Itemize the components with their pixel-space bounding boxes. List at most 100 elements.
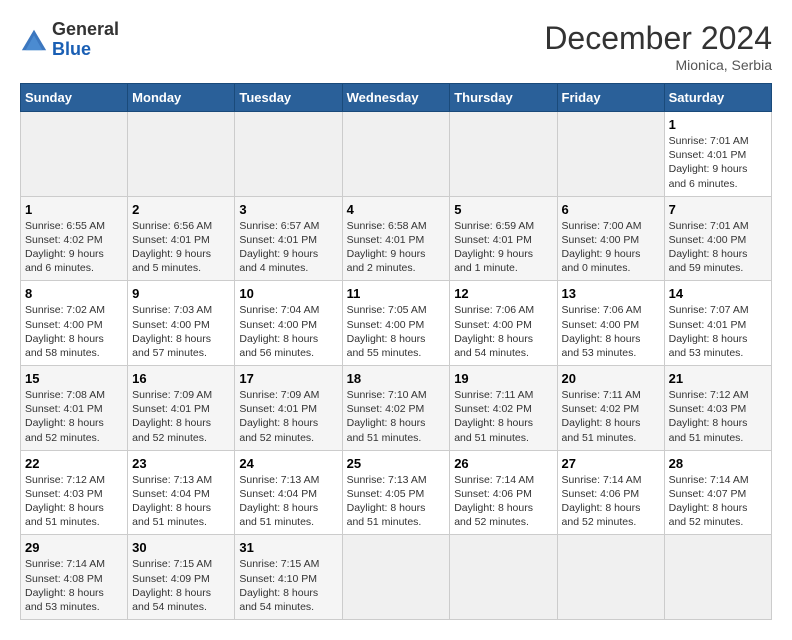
day-info: Sunrise: 7:08 AM Sunset: 4:01 PM Dayligh… (25, 388, 123, 445)
calendar-day-cell (342, 535, 450, 620)
calendar-day-cell: 27 Sunrise: 7:14 AM Sunset: 4:06 PM Dayli… (557, 450, 664, 535)
day-info: Sunrise: 7:04 AM Sunset: 4:00 PM Dayligh… (239, 303, 337, 360)
calendar-day-cell: 22Sunrise: 7:12 AM Sunset: 4:03 PM Dayli… (21, 450, 128, 535)
calendar-day-cell: 19Sunrise: 7:11 AM Sunset: 4:02 PM Dayli… (450, 366, 557, 451)
day-info: Sunrise: 6:56 AM Sunset: 4:01 PM Dayligh… (132, 219, 230, 276)
calendar-day-cell: 1Sunrise: 6:55 AM Sunset: 4:02 PM Daylig… (21, 196, 128, 281)
location-subtitle: Mionica, Serbia (544, 57, 772, 73)
calendar-day-cell (235, 112, 342, 197)
day-info: Sunrise: 7:14 AM Sunset: 4:06 PM Dayligh… (454, 473, 552, 530)
calendar-day-cell: 26Sunrise: 7:14 AM Sunset: 4:06 PM Dayli… (450, 450, 557, 535)
day-number: 1 (669, 117, 767, 132)
day-number: 18 (347, 371, 446, 386)
calendar-week-row: 29 Sunrise: 7:14 AM Sunset: 4:08 PM Dayli… (21, 535, 772, 620)
calendar-day-cell: 1 Sunrise: 7:01 AM Sunset: 4:01 PM Daylig… (664, 112, 771, 197)
day-number: 15 (25, 371, 123, 386)
day-info: Sunrise: 7:06 AM Sunset: 4:00 PM Dayligh… (562, 303, 660, 360)
calendar-day-cell: 18Sunrise: 7:10 AM Sunset: 4:02 PM Dayli… (342, 366, 450, 451)
day-info: Sunrise: 7:03 AM Sunset: 4:00 PM Dayligh… (132, 303, 230, 360)
day-number: 10 (239, 286, 337, 301)
day-number: 5 (454, 202, 552, 217)
day-info: Sunrise: 7:15 AM Sunset: 4:10 PM Dayligh… (239, 557, 337, 614)
calendar-week-row: 1Sunrise: 6:55 AM Sunset: 4:02 PM Daylig… (21, 196, 772, 281)
day-number: 19 (454, 371, 552, 386)
calendar-header-row: SundayMondayTuesdayWednesdayThursdayFrid… (21, 84, 772, 112)
calendar-table: SundayMondayTuesdayWednesdayThursdayFrid… (20, 83, 772, 620)
day-number: 8 (25, 286, 123, 301)
day-info: Sunrise: 7:06 AM Sunset: 4:00 PM Dayligh… (454, 303, 552, 360)
calendar-day-cell (450, 535, 557, 620)
day-info: Sunrise: 6:57 AM Sunset: 4:01 PM Dayligh… (239, 219, 337, 276)
calendar-day-cell: 21 Sunrise: 7:12 AM Sunset: 4:03 PM Dayli… (664, 366, 771, 451)
calendar-day-cell: 24 Sunrise: 7:13 AM Sunset: 4:04 PM Dayli… (235, 450, 342, 535)
calendar-day-cell (664, 535, 771, 620)
day-number: 20 (562, 371, 660, 386)
calendar-day-cell: 12 Sunrise: 7:06 AM Sunset: 4:00 PM Dayli… (450, 281, 557, 366)
day-info: Sunrise: 7:13 AM Sunset: 4:04 PM Dayligh… (239, 473, 337, 530)
day-info: Sunrise: 7:13 AM Sunset: 4:05 PM Dayligh… (347, 473, 446, 530)
day-info: Sunrise: 7:05 AM Sunset: 4:00 PM Dayligh… (347, 303, 446, 360)
day-number: 28 (669, 456, 767, 471)
day-number: 23 (132, 456, 230, 471)
day-number: 24 (239, 456, 337, 471)
day-info: Sunrise: 6:55 AM Sunset: 4:02 PM Dayligh… (25, 219, 123, 276)
calendar-day-cell (342, 112, 450, 197)
day-info: Sunrise: 7:02 AM Sunset: 4:00 PM Dayligh… (25, 303, 123, 360)
day-info: Sunrise: 7:13 AM Sunset: 4:04 PM Dayligh… (132, 473, 230, 530)
calendar-day-cell: 23 Sunrise: 7:13 AM Sunset: 4:04 PM Dayli… (128, 450, 235, 535)
day-number: 13 (562, 286, 660, 301)
calendar-day-cell: 16 Sunrise: 7:09 AM Sunset: 4:01 PM Dayli… (128, 366, 235, 451)
day-number: 7 (669, 202, 767, 217)
calendar-day-cell: 30Sunrise: 7:15 AM Sunset: 4:09 PM Dayli… (128, 535, 235, 620)
day-info: Sunrise: 7:09 AM Sunset: 4:01 PM Dayligh… (239, 388, 337, 445)
calendar-week-row: 22Sunrise: 7:12 AM Sunset: 4:03 PM Dayli… (21, 450, 772, 535)
day-info: Sunrise: 7:00 AM Sunset: 4:00 PM Dayligh… (562, 219, 660, 276)
logo-general: General (52, 19, 119, 39)
day-of-week-header: Monday (128, 84, 235, 112)
calendar-day-cell: 9Sunrise: 7:03 AM Sunset: 4:00 PM Daylig… (128, 281, 235, 366)
calendar-week-row: 15 Sunrise: 7:08 AM Sunset: 4:01 PM Dayli… (21, 366, 772, 451)
day-info: Sunrise: 7:14 AM Sunset: 4:06 PM Dayligh… (562, 473, 660, 530)
calendar-day-cell: 17Sunrise: 7:09 AM Sunset: 4:01 PM Dayli… (235, 366, 342, 451)
day-info: Sunrise: 7:12 AM Sunset: 4:03 PM Dayligh… (669, 388, 767, 445)
calendar-day-cell: 7Sunrise: 7:01 AM Sunset: 4:00 PM Daylig… (664, 196, 771, 281)
day-info: Sunrise: 7:14 AM Sunset: 4:07 PM Dayligh… (669, 473, 767, 530)
calendar-day-cell: 6 Sunrise: 7:00 AM Sunset: 4:00 PM Daylig… (557, 196, 664, 281)
calendar-day-cell (128, 112, 235, 197)
logo-icon (20, 26, 48, 54)
logo-text: General Blue (52, 20, 119, 60)
day-info: Sunrise: 7:15 AM Sunset: 4:09 PM Dayligh… (132, 557, 230, 614)
day-number: 27 (562, 456, 660, 471)
day-info: Sunrise: 7:07 AM Sunset: 4:01 PM Dayligh… (669, 303, 767, 360)
day-number: 25 (347, 456, 446, 471)
logo-blue: Blue (52, 39, 91, 59)
calendar-day-cell: 20Sunrise: 7:11 AM Sunset: 4:02 PM Dayli… (557, 366, 664, 451)
day-number: 6 (562, 202, 660, 217)
day-of-week-header: Friday (557, 84, 664, 112)
day-info: Sunrise: 6:58 AM Sunset: 4:01 PM Dayligh… (347, 219, 446, 276)
day-of-week-header: Wednesday (342, 84, 450, 112)
day-number: 21 (669, 371, 767, 386)
calendar-week-row: 1 Sunrise: 7:01 AM Sunset: 4:01 PM Daylig… (21, 112, 772, 197)
day-number: 16 (132, 371, 230, 386)
month-title: December 2024 (544, 20, 772, 57)
day-info: Sunrise: 6:59 AM Sunset: 4:01 PM Dayligh… (454, 219, 552, 276)
calendar-day-cell: 5 Sunrise: 6:59 AM Sunset: 4:01 PM Daylig… (450, 196, 557, 281)
day-info: Sunrise: 7:14 AM Sunset: 4:08 PM Dayligh… (25, 557, 123, 614)
page-header: General Blue December 2024 Mionica, Serb… (20, 20, 772, 73)
day-info: Sunrise: 7:09 AM Sunset: 4:01 PM Dayligh… (132, 388, 230, 445)
calendar-day-cell: 10 Sunrise: 7:04 AM Sunset: 4:00 PM Dayli… (235, 281, 342, 366)
calendar-day-cell: 3Sunrise: 6:57 AM Sunset: 4:01 PM Daylig… (235, 196, 342, 281)
calendar-day-cell: 28 Sunrise: 7:14 AM Sunset: 4:07 PM Dayli… (664, 450, 771, 535)
day-number: 12 (454, 286, 552, 301)
calendar-day-cell: 31Sunrise: 7:15 AM Sunset: 4:10 PM Dayli… (235, 535, 342, 620)
calendar-day-cell (21, 112, 128, 197)
day-number: 4 (347, 202, 446, 217)
calendar-day-cell (557, 535, 664, 620)
day-number: 29 (25, 540, 123, 555)
calendar-day-cell: 15 Sunrise: 7:08 AM Sunset: 4:01 PM Dayli… (21, 366, 128, 451)
calendar-day-cell (557, 112, 664, 197)
calendar-week-row: 8 Sunrise: 7:02 AM Sunset: 4:00 PM Daylig… (21, 281, 772, 366)
title-block: December 2024 Mionica, Serbia (544, 20, 772, 73)
day-info: Sunrise: 7:01 AM Sunset: 4:01 PM Dayligh… (669, 134, 767, 191)
